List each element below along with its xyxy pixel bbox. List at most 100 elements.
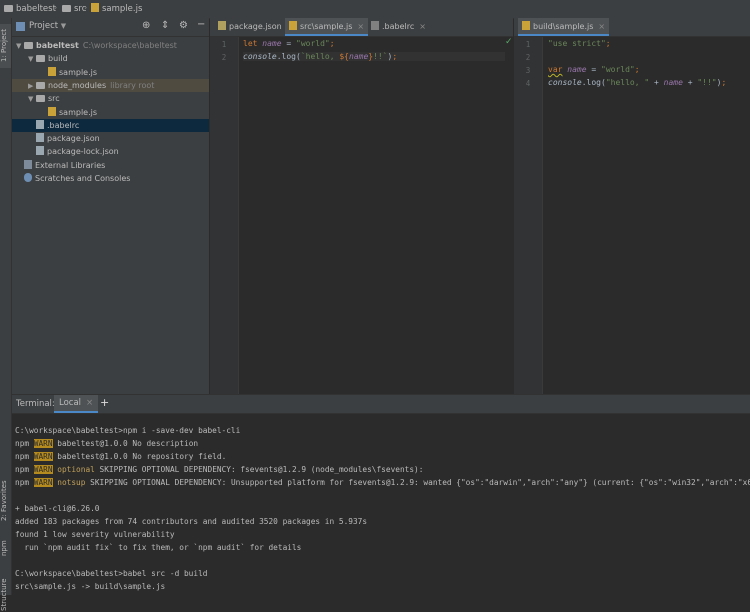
folder-icon bbox=[4, 5, 13, 12]
gear-icon[interactable]: ⚙ bbox=[179, 20, 188, 31]
check-icon: ✓ bbox=[505, 37, 513, 47]
project-icon bbox=[16, 22, 25, 31]
folder-icon bbox=[62, 5, 71, 12]
terminal-panel: Terminal: Local × + C:\workspace\babeltes… bbox=[12, 395, 750, 595]
terminal-line: npm WARN optional SKIPPING OPTIONAL DEPE… bbox=[15, 465, 424, 474]
minimize-icon[interactable]: − bbox=[197, 19, 205, 30]
folder-icon bbox=[36, 81, 45, 89]
tree-item-label: build bbox=[48, 54, 68, 64]
tree-item[interactable]: package.json bbox=[12, 132, 209, 145]
tree-item-label: src bbox=[48, 94, 60, 104]
folder-icon bbox=[36, 55, 45, 63]
breadcrumb-folder[interactable]: src bbox=[62, 3, 86, 15]
line-number: 2 bbox=[221, 53, 227, 62]
terminal-line: src\sample.js -> build\sample.js bbox=[15, 582, 166, 591]
js-file-icon bbox=[48, 66, 56, 76]
tree-item-label: package-lock.json bbox=[47, 147, 119, 157]
collapse-icon[interactable]: ⇕ bbox=[161, 20, 169, 31]
line-number: 1 bbox=[525, 40, 531, 49]
locate-icon[interactable]: ⊕ bbox=[142, 20, 150, 31]
tree-item-label: sample.js bbox=[59, 67, 98, 77]
project-view-dropdown[interactable]: Project ▼ bbox=[29, 21, 66, 31]
tree-item-label: babeltest bbox=[36, 41, 79, 50]
chevron-right-icon: › bbox=[84, 3, 88, 12]
tree-item-label: node_modules bbox=[48, 80, 107, 90]
tree-item-label: .babelrc bbox=[47, 120, 80, 130]
editor-right: build\sample.js × 1 2 3 4 "use strict"; v… bbox=[514, 18, 750, 394]
code-line-1[interactable]: let name = "world"; bbox=[243, 39, 335, 48]
close-icon[interactable]: × bbox=[598, 22, 605, 31]
json-file-icon bbox=[218, 21, 226, 30]
structure-tool-button[interactable]: Structure bbox=[0, 578, 11, 612]
file-icon bbox=[36, 133, 44, 143]
tree-item[interactable]: sample.js bbox=[12, 66, 209, 79]
line-number: 2 bbox=[525, 53, 531, 62]
tree-item[interactable]: sample.js bbox=[12, 106, 209, 119]
terminal-line: npm WARN babeltest@1.0.0 No description bbox=[15, 439, 199, 448]
npm-tool-button[interactable]: npm bbox=[0, 538, 11, 558]
code-line-1[interactable]: "use strict"; bbox=[548, 39, 611, 48]
chevron-right-icon[interactable]: ▶ bbox=[28, 80, 36, 93]
chevron-right-icon: › bbox=[54, 3, 58, 12]
js-file-icon bbox=[91, 3, 99, 12]
code-line-4[interactable]: console.log("hello, " + name + "!!"); bbox=[548, 78, 726, 87]
add-terminal-button[interactable]: + bbox=[100, 396, 109, 409]
line-number: 1 bbox=[221, 40, 227, 49]
terminal-line: npm WARN babeltest@1.0.0 No repository f… bbox=[15, 452, 227, 461]
tree-item-label: sample.js bbox=[59, 107, 98, 117]
project-tool-button[interactable]: 1: Project bbox=[0, 24, 11, 68]
editor-left: package.json× src\sample.js× .babelrc× 1… bbox=[210, 18, 513, 394]
breadcrumb-project[interactable]: babeltest bbox=[4, 3, 56, 15]
terminal-tab-local[interactable]: Local × bbox=[54, 395, 99, 413]
tree-item[interactable]: ▼ build bbox=[12, 52, 209, 65]
close-icon[interactable]: × bbox=[86, 398, 93, 408]
tab-build-sample-js[interactable]: build\sample.js × bbox=[518, 18, 610, 36]
tree-item[interactable]: External Libraries bbox=[12, 159, 209, 172]
editor-tab-bar: build\sample.js × bbox=[514, 18, 750, 37]
chevron-down-icon[interactable]: ▼ bbox=[28, 53, 36, 66]
tree-item[interactable]: ▼ babeltest C:\workspace\babeltest bbox=[12, 39, 209, 52]
breadcrumb-file[interactable]: sample.js bbox=[91, 3, 142, 15]
close-icon[interactable]: × bbox=[357, 22, 364, 31]
chevron-down-icon: ▼ bbox=[60, 22, 67, 30]
tree-item-label: package.json bbox=[47, 134, 100, 144]
tree-item[interactable]: Scratches and Consoles bbox=[12, 172, 209, 185]
js-file-icon bbox=[289, 21, 297, 30]
favorites-tool-button[interactable]: 2: Favorites bbox=[0, 476, 11, 526]
file-icon bbox=[36, 146, 44, 156]
terminal-line: run `npm audit fix` to fix them, or `npm… bbox=[15, 543, 302, 552]
tree-item[interactable]: ▶ node_modules library root bbox=[12, 78, 209, 93]
terminal-header: Terminal: Local × + bbox=[12, 395, 750, 414]
file-icon bbox=[371, 21, 379, 30]
tree-item[interactable]: package-lock.json bbox=[12, 145, 209, 158]
js-file-icon bbox=[48, 106, 56, 116]
js-file-icon bbox=[522, 21, 530, 30]
tab-src-sample-js[interactable]: src\sample.js × bbox=[285, 18, 369, 36]
library-icon bbox=[24, 159, 32, 169]
navigation-bar: babeltest › src › sample.js bbox=[0, 0, 750, 19]
tree-item-hint: C:\workspace\babeltest bbox=[82, 41, 177, 50]
close-icon[interactable]: × bbox=[419, 22, 426, 31]
code-line-2[interactable]: console.log(`hello, ${name}!!`); bbox=[243, 52, 505, 61]
chevron-down-icon[interactable]: ▼ bbox=[16, 40, 24, 53]
chevron-down-icon[interactable]: ▼ bbox=[28, 93, 36, 106]
line-number: 3 bbox=[525, 66, 531, 75]
code-line-3[interactable]: var name = "world"; bbox=[548, 65, 640, 74]
scratch-icon bbox=[24, 173, 32, 182]
tab-babelrc[interactable]: .babelrc × bbox=[367, 18, 430, 36]
project-panel-header: Project ▼ ⊕ ⇕ ⚙ − bbox=[12, 18, 209, 37]
terminal-line: C:\workspace\babeltest>npm i -save-dev b… bbox=[15, 426, 241, 435]
folder-icon bbox=[24, 42, 33, 49]
line-number: 4 bbox=[525, 79, 531, 88]
terminal-line: found 1 low severity vulnerability bbox=[15, 530, 175, 539]
terminal-line: + babel-cli@6.26.0 bbox=[15, 504, 100, 513]
terminal-line: C:\workspace\babeltest>babel src -d buil… bbox=[15, 569, 208, 578]
terminal-title: Terminal: bbox=[16, 399, 55, 409]
tree-item[interactable]: .babelrc bbox=[12, 118, 209, 132]
folder-icon bbox=[36, 95, 45, 103]
project-panel: Project ▼ ⊕ ⇕ ⚙ − ▼ babeltest C:\workspace… bbox=[12, 18, 209, 394]
terminal-line: added 183 packages from 74 contributors … bbox=[15, 517, 368, 526]
tree-item[interactable]: ▼ src bbox=[12, 92, 209, 105]
tree-item-label: Scratches and Consoles bbox=[35, 174, 131, 183]
line-gutter: 1 2 bbox=[210, 37, 239, 394]
